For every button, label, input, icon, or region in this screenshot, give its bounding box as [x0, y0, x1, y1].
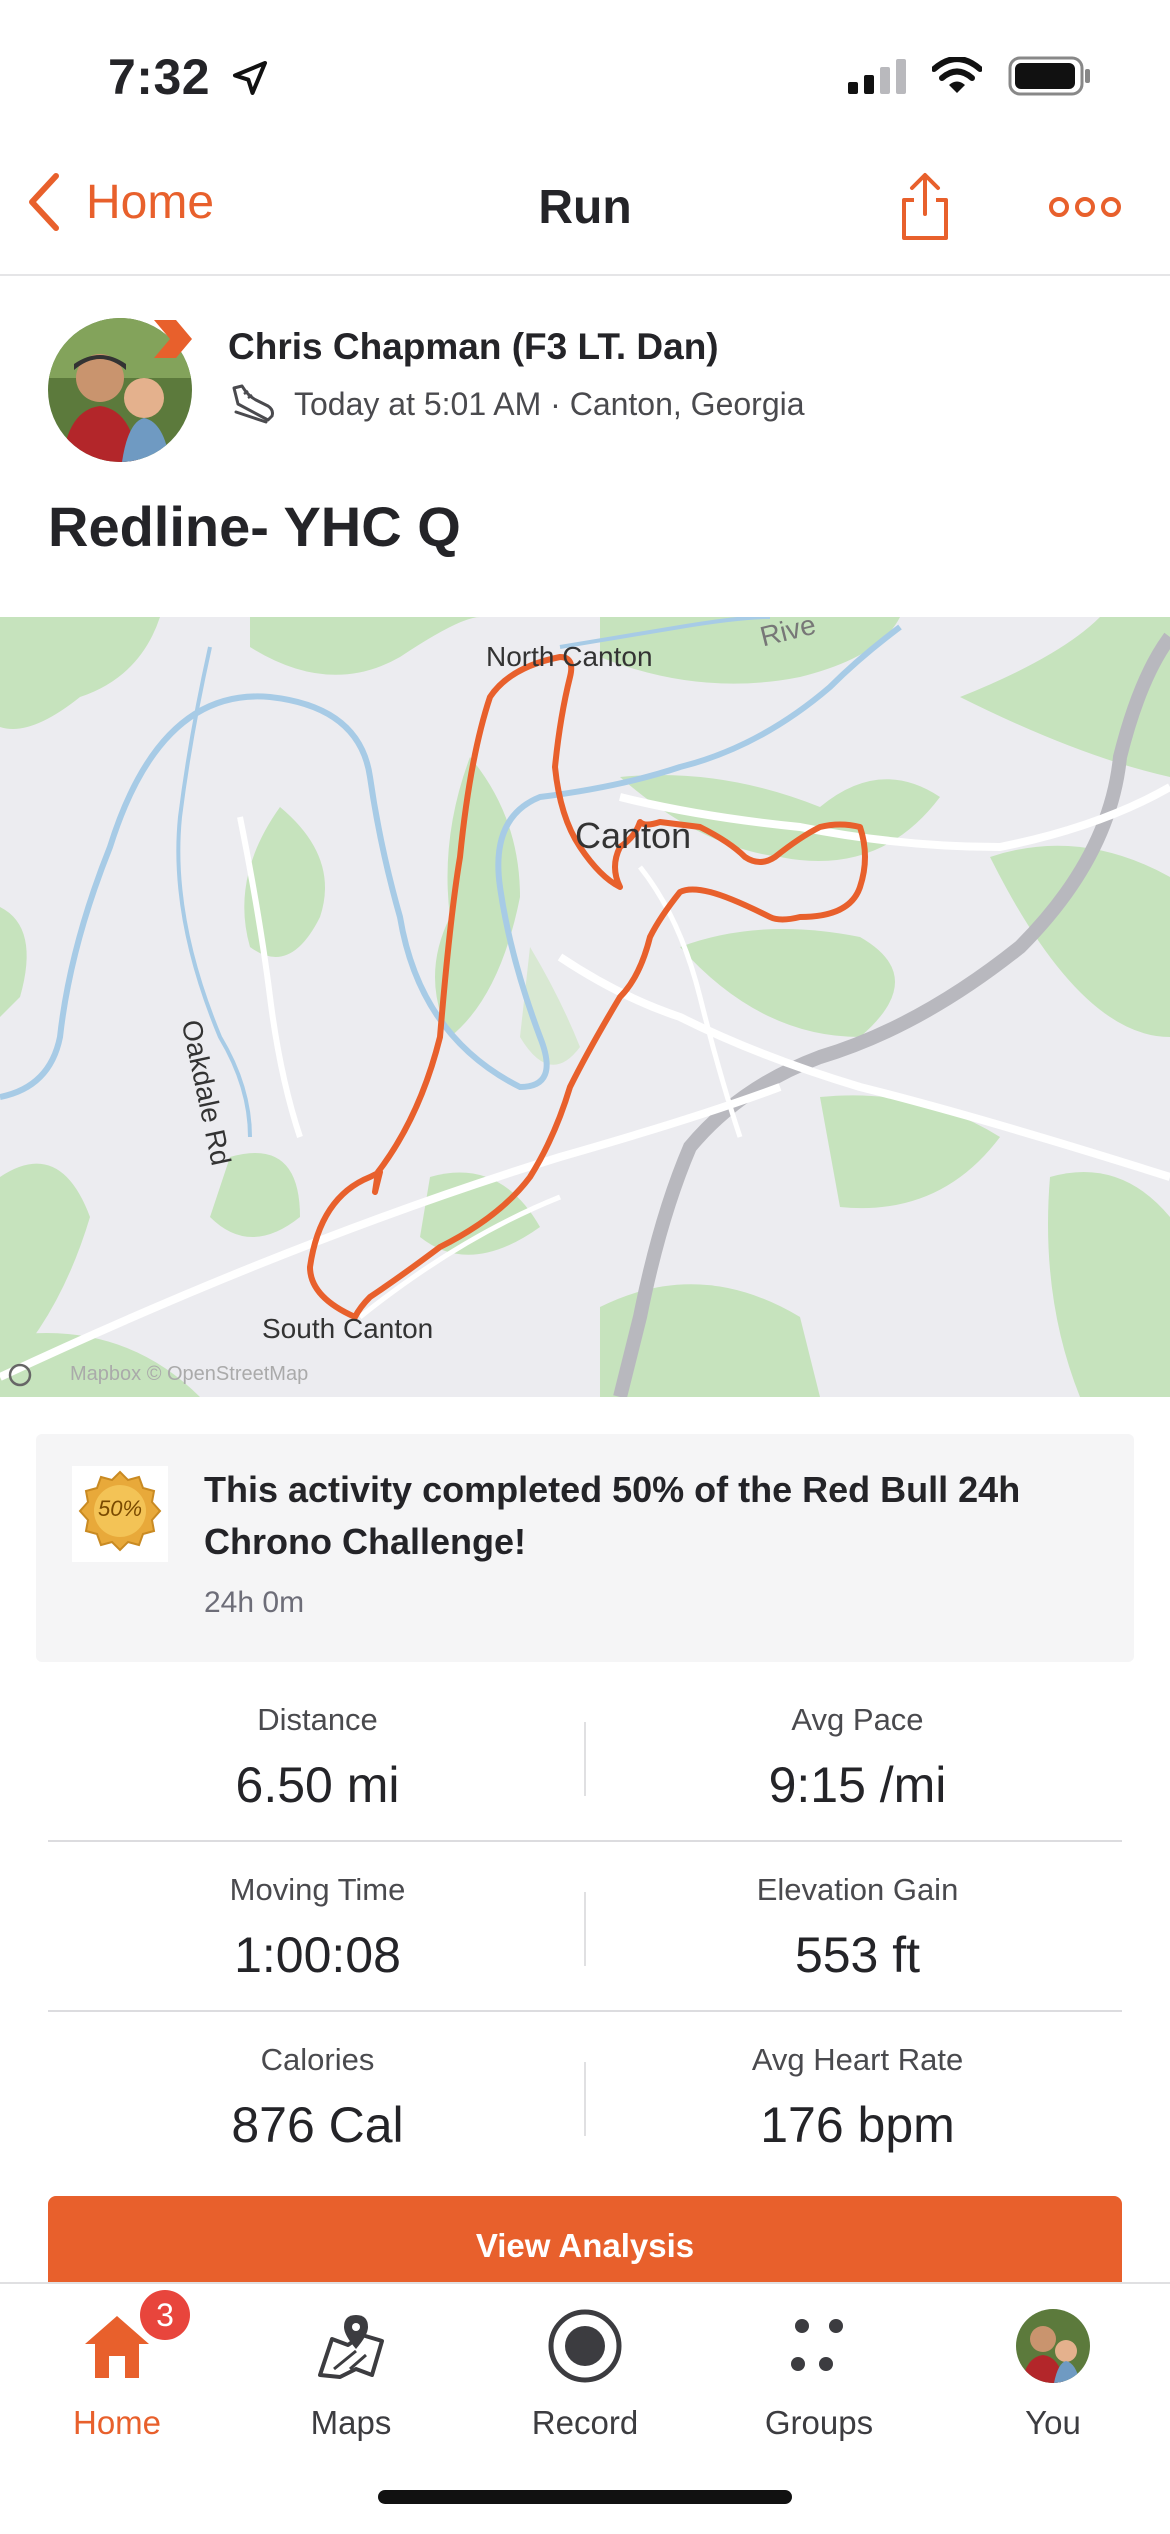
row-divider: [48, 2010, 1122, 2012]
map-label-north: North Canton: [486, 641, 653, 672]
stat-divider: [584, 1722, 586, 1796]
record-icon: [548, 2309, 622, 2383]
stat-heart-rate-value: 176 bpm: [760, 2097, 955, 2153]
stat-pace-label: Avg Pace: [791, 1702, 924, 1737]
cellular-signal-icon: [848, 59, 906, 94]
tab-record-label: Record: [531, 2404, 639, 2441]
home-indicator: [378, 2490, 792, 2504]
subscriber-badge-icon: [154, 320, 192, 358]
activity-title: Redline- YHC Q: [48, 495, 461, 558]
stat-calories-value: 876 Cal: [231, 2097, 404, 2153]
stat-distance-label: Distance: [257, 1702, 378, 1737]
tab-groups-label: Groups: [764, 2404, 874, 2441]
maps-icon: [318, 2315, 384, 2379]
view-analysis-label: View Analysis: [475, 2227, 695, 2264]
stat-moving-time-label: Moving Time: [229, 1872, 406, 1907]
stat-elevation-value: 553 ft: [794, 1927, 921, 1983]
stat-divider: [584, 2062, 586, 2136]
tab-home[interactable]: Home: [0, 2296, 234, 2442]
tab-you[interactable]: You: [936, 2296, 1170, 2442]
page-title: Run: [538, 181, 632, 234]
battery-icon: [1008, 56, 1090, 96]
stat-pace-value: 9:15 /mi: [768, 1757, 947, 1813]
activity-meta-text: Today at 5:01 AM · Canton, Georgia: [294, 385, 805, 422]
stat-divider: [584, 1892, 586, 1966]
notification-badge: 3: [140, 2290, 190, 2340]
stat-calories-label: Calories: [260, 2042, 375, 2077]
tab-groups[interactable]: Groups: [702, 2296, 936, 2442]
tab-maps[interactable]: Maps: [234, 2296, 468, 2442]
status-time-text: 7:32: [108, 49, 211, 105]
tab-home-label: Home: [72, 2404, 162, 2441]
challenge-medal-icon: 50%: [72, 1466, 168, 1562]
activity-meta: Today at 5:01 AM · Canton, Georgia: [228, 382, 805, 426]
map-attribution: Mapbox © OpenStreetMap: [70, 1363, 309, 1385]
shoe-icon: [232, 384, 274, 424]
tab-record[interactable]: Record: [468, 2296, 702, 2442]
wifi-icon: [932, 57, 982, 93]
status-time: 7:32: [108, 48, 270, 106]
row-divider: [48, 1840, 1122, 1842]
stat-elevation-label: Elevation Gain: [756, 1872, 959, 1907]
tab-maps-label: Maps: [310, 2404, 392, 2441]
achievement-text: This activity completed 50% of the Red B…: [204, 1469, 1021, 1562]
stat-distance-value: 6.50 mi: [235, 1757, 400, 1813]
share-button[interactable]: [900, 170, 950, 247]
route-map[interactable]: North Canton Canton Oakdale Rd South Can…: [0, 617, 1170, 1397]
more-dots-icon: [1049, 197, 1121, 217]
stat-heart-rate-label: Avg Heart Rate: [751, 2042, 964, 2077]
achievement-sub: 24h 0m: [204, 1586, 305, 1619]
groups-icon: [791, 2319, 843, 2371]
location-arrow-icon: [233, 61, 268, 95]
map-canvas: [0, 617, 1170, 1397]
map-label-south: South Canton: [262, 1313, 434, 1344]
status-icons: [848, 56, 1092, 96]
share-icon: [902, 173, 948, 240]
tab-you-label: You: [1025, 2404, 1081, 2441]
athlete-name[interactable]: Chris Chapman (F3 LT. Dan): [228, 326, 719, 368]
more-button[interactable]: [1048, 195, 1122, 224]
medal-text: 50%: [97, 1496, 143, 1521]
avatar: [1016, 2309, 1090, 2383]
stat-moving-time-value: 1:00:08: [234, 1927, 401, 1983]
map-label-center: Canton: [575, 815, 692, 856]
view-analysis-button[interactable]: View Analysis: [48, 2196, 1122, 2296]
